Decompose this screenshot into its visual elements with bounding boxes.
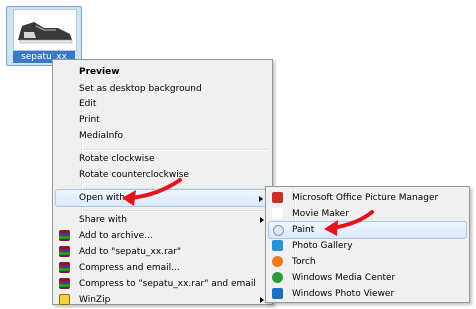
paint-icon (273, 225, 284, 236)
submenu-item-photo-viewer[interactable]: Windows Photo Viewer (268, 285, 467, 303)
winrar-icon (59, 246, 70, 257)
file-icon-sepatu[interactable]: sepatu_xx (6, 6, 82, 66)
menu-item-mediainfo[interactable]: MediaInfo (55, 127, 270, 145)
media-center-icon (272, 272, 283, 283)
open-with-submenu: Microsoft Office Picture Manager Movie M… (265, 186, 470, 303)
menu-item-open-with[interactable]: Open with (55, 189, 270, 207)
movie-maker-icon (272, 208, 283, 219)
submenu-arrow-icon (260, 217, 264, 223)
photo-gallery-icon (272, 240, 283, 251)
torch-icon (272, 256, 283, 267)
menu-item-winzip[interactable]: WinZip (55, 291, 270, 309)
winrar-icon (59, 230, 70, 241)
shoe-thumbnail-icon (13, 9, 77, 51)
winzip-icon (59, 294, 70, 305)
picture-manager-icon (272, 192, 283, 203)
submenu-arrow-icon (260, 297, 264, 303)
menu-item-preview[interactable]: Preview (55, 63, 270, 81)
submenu-arrow-icon (259, 196, 263, 202)
winrar-icon (59, 278, 70, 289)
menu-item-rotate-counterclockwise[interactable]: Rotate counterclockwise (55, 166, 270, 184)
photo-viewer-icon (272, 288, 283, 299)
context-menu: Preview Set as desktop background Edit P… (52, 59, 273, 305)
winrar-icon (59, 262, 70, 273)
